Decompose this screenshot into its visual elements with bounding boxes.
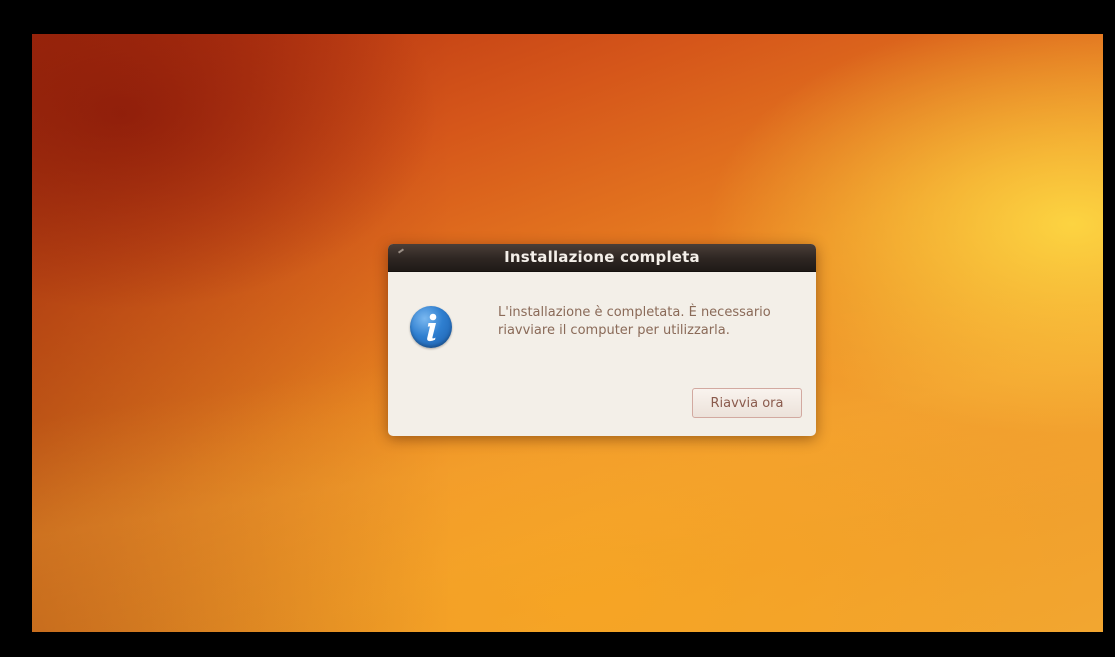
info-icon — [410, 306, 452, 348]
dialog-title: Installazione completa — [504, 248, 700, 266]
monitor-bezel: Installazione completa L'installazione è… — [0, 0, 1115, 657]
dialog-titlebar[interactable]: Installazione completa — [388, 244, 816, 272]
restart-now-button[interactable]: Riavvia ora — [692, 388, 802, 418]
desktop-wallpaper: Installazione completa L'installazione è… — [32, 34, 1103, 632]
installation-complete-dialog: Installazione completa L'installazione è… — [388, 244, 816, 436]
dialog-message: L'installazione è completata. È necessar… — [498, 305, 771, 338]
